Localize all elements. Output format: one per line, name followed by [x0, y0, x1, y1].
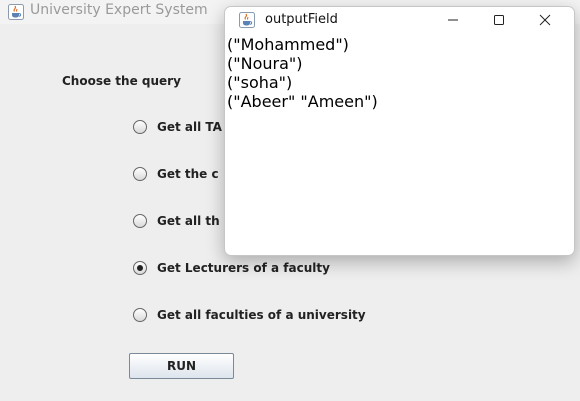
radio-option-get-lecturers-of-a-faculty[interactable]: Get Lecturers of a faculty	[133, 259, 330, 277]
main-window-title: University Expert System	[30, 2, 208, 18]
output-window: outputField ("Mohammed") ("Noura") ("soh…	[224, 6, 575, 256]
maximize-button[interactable]	[476, 7, 522, 33]
output-window-title: outputField	[265, 12, 338, 27]
radio-label[interactable]: Get all th	[157, 214, 220, 228]
output-line: ("Noura")	[227, 54, 303, 73]
run-button[interactable]: RUN	[129, 353, 234, 379]
query-label: Choose the query	[62, 74, 181, 88]
output-line: ("Abeer" "Ameen")	[227, 92, 378, 111]
radio-button[interactable]	[133, 214, 147, 228]
radio-label[interactable]: Get Lecturers of a faculty	[157, 261, 330, 275]
radio-label[interactable]: Get the c	[157, 167, 219, 181]
output-line: ("soha")	[227, 73, 293, 92]
radio-option-get-all-ta[interactable]: Get all TA	[133, 118, 222, 136]
close-icon	[539, 11, 551, 30]
radio-option-get-the-c[interactable]: Get the c	[133, 165, 219, 183]
radio-option-get-all-th[interactable]: Get all th	[133, 212, 220, 230]
output-titlebar[interactable]: outputField	[225, 7, 574, 33]
radio-label[interactable]: Get all faculties of a university	[157, 308, 366, 322]
maximize-icon	[493, 11, 505, 30]
radio-button-selected[interactable]	[133, 261, 147, 275]
radio-button[interactable]	[133, 308, 147, 322]
output-text-area[interactable]: ("Mohammed") ("Noura") ("soha") ("Abeer"…	[227, 35, 378, 111]
java-coffee-cup-icon	[239, 12, 255, 28]
minimize-icon	[447, 11, 459, 30]
output-line: ("Mohammed")	[227, 35, 349, 54]
java-coffee-cup-icon	[8, 4, 24, 20]
minimize-button[interactable]	[430, 7, 476, 33]
close-button[interactable]	[522, 7, 568, 33]
radio-button[interactable]	[133, 120, 147, 134]
radio-button[interactable]	[133, 167, 147, 181]
radio-label[interactable]: Get all TA	[157, 120, 222, 134]
radio-option-get-all-faculties-of-a-university[interactable]: Get all faculties of a university	[133, 306, 366, 324]
